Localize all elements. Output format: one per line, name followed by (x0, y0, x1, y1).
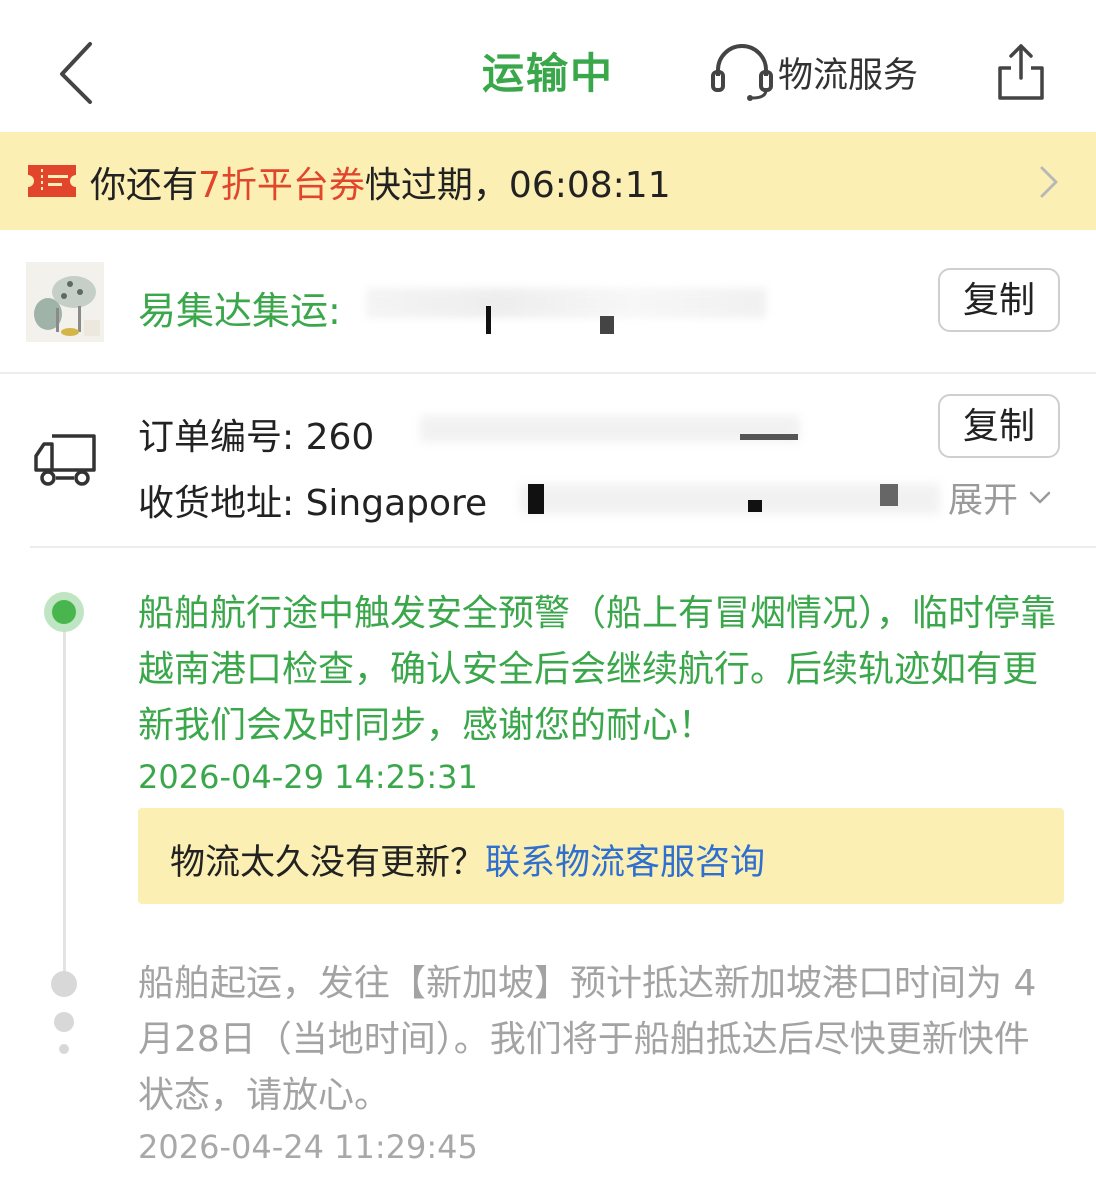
chevron-down-icon (1029, 491, 1051, 503)
redaction-mark (748, 500, 762, 512)
share-button[interactable] (994, 40, 1048, 102)
expand-address-button[interactable]: 展开 (948, 472, 1052, 523)
redaction-mark (486, 306, 491, 334)
order-number-label: 订单编号: (138, 417, 306, 458)
ticket-icon (28, 165, 76, 197)
top-nav-bar: 运输中 物流服务 (0, 0, 1096, 132)
logistics-page: 运输中 物流服务 你还有7折平台券快过期，06:08:11 易集达集运: 复制 … (0, 0, 1096, 1200)
coupon-message: 你还有7折平台券快过期，06:08:11 (90, 156, 671, 208)
share-icon (998, 44, 1044, 100)
timeline-dot (51, 971, 77, 997)
logistics-service-button[interactable]: 物流服务 (708, 40, 918, 104)
coupon-suffix: 快过期，06:08:11 (364, 165, 671, 206)
redacted-shop-info (366, 288, 766, 318)
timeline-dot-small (54, 1012, 74, 1032)
order-number-row: 订单编号: 260 (138, 408, 374, 460)
timeline-event-previous: 船舶起运，发往【新加坡】预计抵达新加坡港口时间为 4月28日（当地时间）。我们将… (138, 963, 1037, 1116)
timeline-event-latest: 船舶航行途中触发安全预警（船上有冒烟情况），临时停靠越南港口检查，确认安全后会继… (138, 593, 1057, 746)
coupon-expiry-banner[interactable]: 你还有7折平台券快过期，06:08:11 (0, 132, 1096, 230)
coupon-prefix: 你还有 (90, 165, 199, 206)
chevron-right-icon (1040, 166, 1058, 198)
help-prefix: 物流太久没有更新？ (170, 843, 486, 883)
timeline-dot-current (44, 592, 84, 632)
redaction-mark (528, 484, 544, 514)
timeline-line (63, 612, 66, 972)
logistics-service-label: 物流服务 (778, 55, 919, 96)
redacted-address (520, 484, 940, 514)
chevron-left-icon (60, 42, 92, 104)
timeline-dot-tiny (59, 1044, 69, 1054)
copy-shop-button[interactable]: 复制 (938, 268, 1060, 332)
order-info-block: 订单编号: 260 复制 收货地址: Singapore 展开 (0, 374, 1096, 546)
timeline-time-previous: 2026-04-24 11:29:45 (138, 1128, 478, 1166)
redaction-mark (740, 434, 798, 440)
headset-icon (711, 44, 773, 101)
redaction-mark (600, 316, 614, 334)
copy-order-button[interactable]: 复制 (938, 394, 1060, 458)
address-row: 收货地址: Singapore (138, 474, 487, 526)
coupon-highlight: 7折平台券 (198, 165, 365, 206)
help-message: 物流太久没有更新？联系物流客服咨询 (170, 834, 765, 885)
contact-support-link[interactable]: 联系物流客服咨询 (485, 843, 765, 883)
shop-name: 易集达集运: (138, 289, 341, 333)
product-thumbnail[interactable] (26, 262, 104, 342)
logistics-help-banner: 物流太久没有更新？联系物流客服咨询 (138, 808, 1064, 904)
address-value: Singapore (305, 483, 488, 524)
timeline-time-latest: 2026-04-29 14:25:31 (138, 758, 478, 796)
address-label: 收货地址: (138, 483, 306, 524)
expand-label: 展开 (948, 481, 1019, 521)
truck-icon (34, 434, 96, 486)
redaction-mark (880, 484, 898, 506)
back-button[interactable] (44, 36, 108, 108)
page-title: 运输中 (481, 49, 614, 98)
order-number-value: 260 (305, 417, 375, 458)
shop-row: 易集达集运: 复制 (0, 230, 1096, 372)
divider (30, 546, 1096, 548)
